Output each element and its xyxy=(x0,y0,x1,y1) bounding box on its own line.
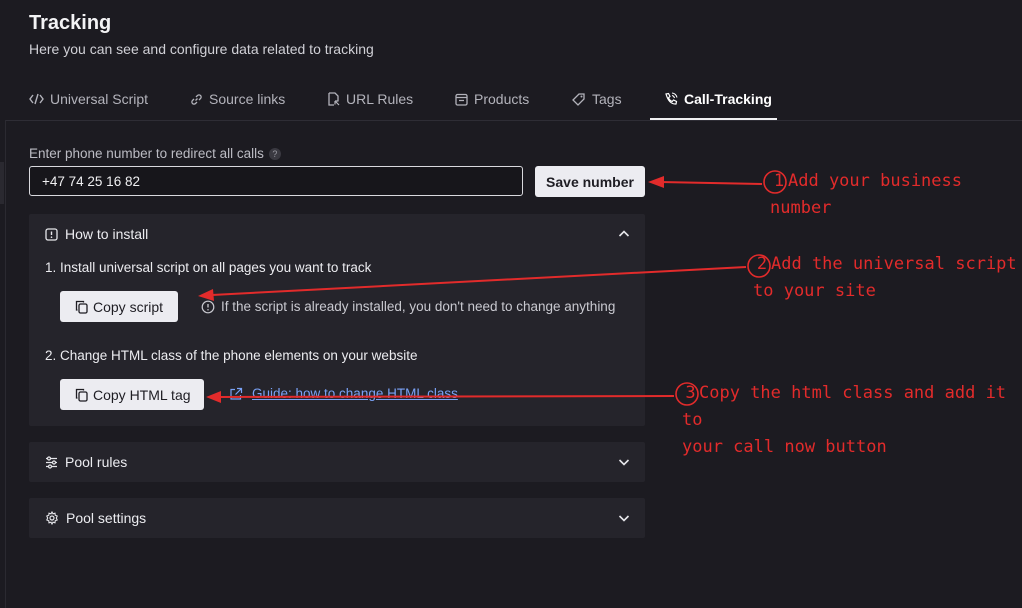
annotation-1: 1 Add your business number xyxy=(770,168,962,222)
install-step-1: 1. Install universal script on all pages… xyxy=(45,260,372,275)
install-step-2: 2. Change HTML class of the phone elemen… xyxy=(45,348,418,363)
tab-label: Products xyxy=(474,91,530,107)
external-link-icon xyxy=(230,387,243,400)
tab-tags[interactable]: Tags xyxy=(572,80,622,118)
copy-icon xyxy=(75,388,88,402)
annotation-3-line2: your call now button xyxy=(682,437,887,457)
tab-call-tracking[interactable]: Call-Tracking xyxy=(664,80,772,118)
tag-icon xyxy=(572,92,585,106)
copy-html-label: Copy HTML tag xyxy=(93,386,191,403)
info-circle-icon xyxy=(201,300,215,313)
annotation-1-line2: number xyxy=(770,198,832,218)
chevron-down-icon[interactable] xyxy=(617,511,631,525)
save-number-button[interactable]: Save number xyxy=(535,166,645,197)
guide-link-text: Guide: how to change HTML class xyxy=(252,386,458,401)
phone-call-icon xyxy=(665,92,678,105)
how-to-install-panel: How to install 1. Install universal scri… xyxy=(29,214,645,426)
tab-bar: Universal Script Source links URL Rules … xyxy=(0,80,1022,121)
tab-source-links[interactable]: Source links xyxy=(190,80,285,118)
code-icon xyxy=(29,93,44,105)
how-to-install-header[interactable]: How to install xyxy=(45,214,148,254)
page-subtitle: Here you can see and configure data rela… xyxy=(29,41,374,57)
annotation-3-line1: 3 Copy the html class and add it to xyxy=(682,383,1007,430)
panel-title: How to install xyxy=(65,226,149,242)
annotation-2: 2 Add the universal script to your site xyxy=(753,251,1017,305)
panel-title: Pool settings xyxy=(66,510,147,526)
phone-field-label: Enter phone number to redirect all calls… xyxy=(29,146,281,161)
tab-label: Source links xyxy=(209,91,286,107)
chevron-up-icon[interactable] xyxy=(617,227,631,241)
annotation-1-line1: 1 Add your business xyxy=(773,171,962,191)
panel-title: Pool rules xyxy=(65,454,128,470)
note-text: If the script is already installed, you … xyxy=(221,299,616,314)
chevron-down-icon[interactable] xyxy=(617,455,631,469)
url-rules-icon xyxy=(328,92,340,106)
copy-html-tag-button[interactable]: Copy HTML tag xyxy=(60,379,204,410)
script-installed-note: If the script is already installed, you … xyxy=(201,299,615,314)
tab-products[interactable]: Products xyxy=(455,80,529,118)
gear-icon xyxy=(46,511,58,525)
tab-label: Call-Tracking xyxy=(684,91,772,107)
annotation-2-line2: to your site xyxy=(753,281,876,301)
copy-script-button[interactable]: Copy script xyxy=(60,291,178,322)
pool-settings-panel[interactable]: Pool settings xyxy=(29,498,645,538)
help-icon[interactable]: ? xyxy=(268,147,281,160)
pool-rules-header[interactable]: Pool rules xyxy=(45,442,127,482)
sliders-icon xyxy=(46,455,57,469)
info-square-icon xyxy=(45,227,58,241)
link-icon xyxy=(191,93,202,105)
phone-label-text: Enter phone number to redirect all calls xyxy=(29,146,264,161)
side-marker xyxy=(0,162,4,204)
annotation-3: 3 Copy the html class and add it to your … xyxy=(682,380,1022,461)
page-header: Tracking Here you can see and configure … xyxy=(29,12,374,57)
tab-label: Tags xyxy=(592,91,622,107)
copy-script-label: Copy script xyxy=(93,298,164,315)
tab-label: URL Rules xyxy=(346,91,414,107)
phone-number-input[interactable] xyxy=(29,166,523,196)
pool-rules-panel[interactable]: Pool rules xyxy=(29,442,645,482)
tab-universal-script[interactable]: Universal Script xyxy=(29,80,148,118)
products-icon xyxy=(455,93,468,106)
annotation-2-line1: 2 Add the universal script xyxy=(756,254,1017,274)
active-tab-indicator xyxy=(650,118,777,120)
annotation-arrow-1 xyxy=(648,176,763,188)
tab-label: Universal Script xyxy=(50,91,149,107)
tab-url-rules[interactable]: URL Rules xyxy=(327,80,413,118)
copy-icon xyxy=(75,300,88,314)
page-title: Tracking xyxy=(29,12,112,34)
guide-link[interactable]: Guide: how to change HTML class xyxy=(229,386,458,401)
pool-settings-header[interactable]: Pool settings xyxy=(45,498,146,538)
